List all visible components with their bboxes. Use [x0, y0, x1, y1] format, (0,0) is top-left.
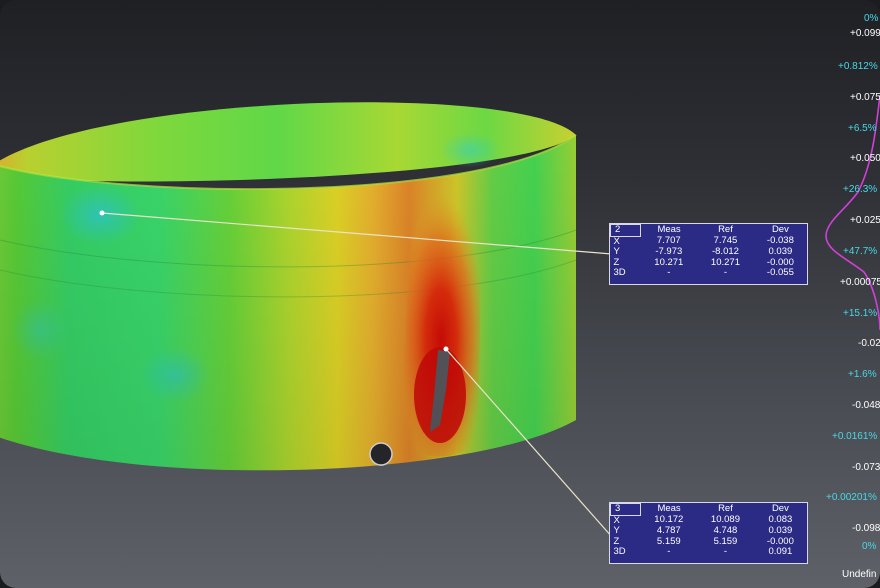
row-label: 3D: [613, 546, 626, 557]
measure-point-2[interactable]: [99, 210, 105, 216]
meas-value: -7.973: [655, 246, 683, 257]
dev-value: 0.091: [768, 546, 793, 557]
ref-value: -: [723, 267, 728, 278]
legend-percent: +15.1%: [843, 308, 878, 319]
legend-value: -0.048: [852, 400, 880, 411]
ref-value: 4.748: [713, 525, 738, 536]
table-row: 3D - - -0.055: [611, 267, 808, 279]
legend-value: -0.073: [852, 462, 880, 473]
legend-percent: +0.00201%: [826, 492, 877, 503]
legend-percent: +26.3%: [843, 184, 878, 195]
row-label: 3D: [613, 267, 626, 278]
ref-value: -8.012: [711, 246, 739, 257]
legend-percent: +1.6%: [848, 369, 877, 380]
legend-value: -0.098: [852, 523, 880, 534]
table-row: Y 4.787 4.748 0.039: [611, 525, 808, 537]
dev-value: 0.039: [768, 525, 793, 536]
deviation-blob: [440, 132, 500, 168]
table-row: 3D - - 0.091: [611, 546, 808, 558]
dev-value: 0.039: [768, 246, 793, 257]
dev-value: -0.055: [766, 267, 794, 278]
legend-percent: 0%: [862, 541, 877, 552]
meas-value: 4.787: [656, 525, 681, 536]
legend-undefined-label: Undefin: [842, 569, 877, 580]
legend-value: +0.025: [850, 215, 880, 226]
row-label: Y: [613, 525, 620, 536]
legend-percent: +0.812%: [838, 61, 878, 72]
meas-value: -: [667, 267, 671, 278]
callout-point-3[interactable]: 3 Meas Ref Dev X 10.172 10.089 0.083 Y 4…: [609, 502, 808, 564]
callout-id: 3: [610, 503, 641, 516]
callout-id: 2: [610, 224, 641, 237]
legend-value: +0.075: [850, 92, 880, 103]
row-label: Y: [613, 246, 620, 257]
meas-value: -: [667, 546, 671, 557]
legend-value: +0.099: [850, 28, 880, 39]
part-shading: [0, 135, 576, 471]
ref-value: -: [723, 546, 728, 557]
callout-point-2[interactable]: 2 Meas Ref Dev X 7.707 7.745 -0.038 Y -7…: [609, 223, 808, 285]
table-row: Y -7.973 -8.012 0.039: [611, 246, 808, 258]
measure-point-3[interactable]: [443, 346, 449, 352]
deviation-scene[interactable]: [0, 0, 880, 588]
legend-value: -0.02: [858, 338, 880, 349]
legend-value: +0.00075: [840, 277, 880, 288]
legend-percent: +47.7%: [843, 246, 878, 257]
legend-percent: +0.0161%: [832, 431, 878, 442]
3d-viewport[interactable]: 2 Meas Ref Dev X 7.707 7.745 -0.038 Y -7…: [0, 0, 880, 588]
legend-value: +0.050: [850, 153, 880, 164]
legend-percent: 0%: [864, 13, 879, 24]
legend-percent: +6.5%: [848, 123, 877, 134]
